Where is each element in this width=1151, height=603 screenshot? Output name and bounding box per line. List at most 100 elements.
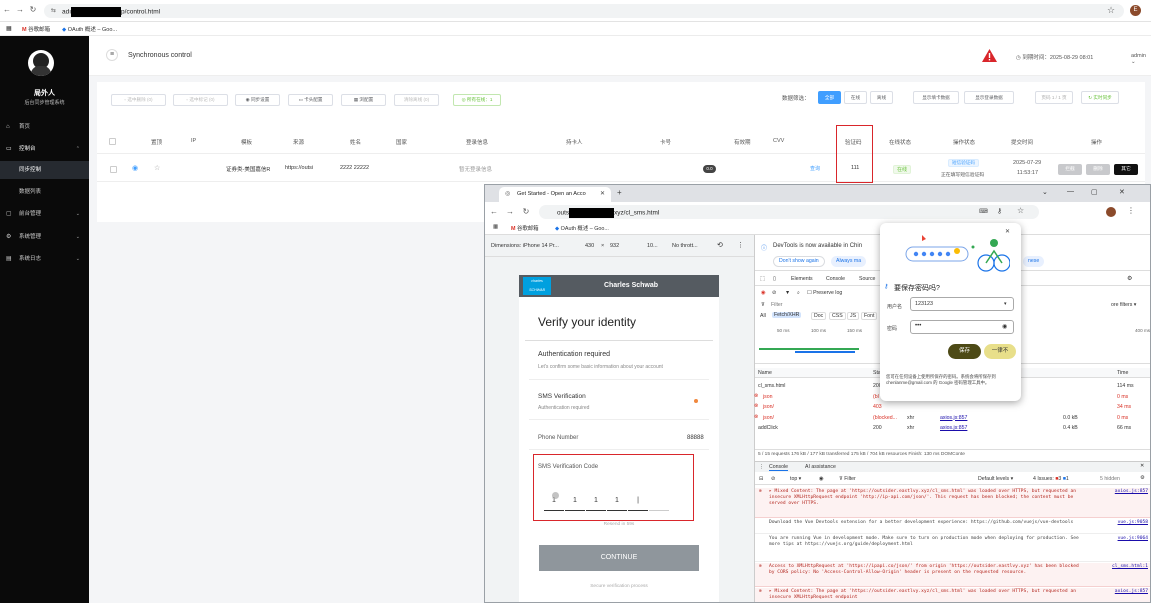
sidebar-item-logs[interactable]: ▤ 系统日志 ⌄ xyxy=(0,250,89,268)
request-row[interactable]: addClick 200 xhr axios.js:857 0.4 kB 66 ms xyxy=(755,423,1150,433)
type-fetch-xhr[interactable]: Fetch/XHR xyxy=(772,312,802,318)
zoom-select[interactable]: 10... xyxy=(647,243,658,249)
clear-icon[interactable]: ⊘ xyxy=(772,290,776,296)
settings-icon[interactable]: ⚙ xyxy=(1127,275,1132,282)
select-all-checkbox[interactable] xyxy=(109,138,116,145)
type-doc[interactable]: Doc xyxy=(811,312,827,320)
minimize-icon[interactable]: — xyxy=(1067,188,1074,195)
record-icon[interactable]: ◉ xyxy=(761,290,766,296)
user-menu[interactable]: admin ⌄ xyxy=(1131,53,1151,65)
password-field[interactable]: ••• ◉ xyxy=(910,320,1014,334)
delete-selected-button[interactable]: ▫ 选中删除 (0) xyxy=(111,94,166,106)
eye-icon[interactable]: ◉ xyxy=(1002,323,1007,330)
bookmark-star-icon[interactable]: ☆ xyxy=(1017,206,1024,215)
tab-search-icon[interactable]: ⌄ xyxy=(1042,188,1048,196)
delete-button[interactable]: 删除 xyxy=(1086,164,1110,175)
sidebar-item-console[interactable]: ▭ 控制台 ⌃ xyxy=(0,140,89,158)
save-password-button[interactable]: 保存 xyxy=(948,344,981,359)
key-icon[interactable]: ⚷ xyxy=(997,207,1002,215)
bookmark-oauth[interactable]: ◆ OAuth 概述 – Goo... xyxy=(555,224,609,232)
active-tab[interactable]: ◎ Get Started - Open an Acco ✕ xyxy=(499,187,611,202)
back-icon[interactable]: ← xyxy=(489,207,499,216)
kebab-menu-icon[interactable]: ⋮ xyxy=(1127,206,1135,215)
device-toggle-icon[interactable]: ▯ xyxy=(773,276,776,282)
inner-address-bar[interactable]: outs xyz/cl_sms.html ⌨ ⚷ ☆ xyxy=(539,205,1039,219)
address-bar[interactable]: ⇆ adı p/control.html ☆ xyxy=(44,4,1124,18)
sidebar-toggle-icon[interactable]: ⊟ xyxy=(759,476,763,482)
sidebar-item-home[interactable]: ⌂ 首页 xyxy=(0,118,89,136)
reload-icon[interactable]: ↻ xyxy=(521,207,531,216)
intercept-button[interactable]: 拦截 xyxy=(1058,164,1082,175)
console-source-link[interactable]: axios.js:857 xyxy=(1115,589,1148,595)
type-css[interactable]: CSS xyxy=(829,312,846,320)
eye-icon[interactable]: ◉ xyxy=(132,164,138,172)
device-select[interactable]: Dimensions: iPhone 14 Pr... xyxy=(491,243,559,249)
show-login-data-button[interactable]: 显示登录数据 xyxy=(964,91,1014,104)
profile-avatar[interactable] xyxy=(1106,207,1116,217)
sidebar-item-sync-control[interactable]: 同步控制 xyxy=(0,161,89,179)
tab-close-icon[interactable]: ✕ xyxy=(600,190,605,197)
never-button[interactable]: 一律不 xyxy=(984,344,1016,359)
profile-avatar[interactable]: E xyxy=(1130,5,1141,16)
sync-settings-button[interactable]: ◉ 同步设置 xyxy=(235,94,280,106)
more-icon[interactable]: ⋮ xyxy=(737,241,744,249)
live-expression-icon[interactable]: ◉ xyxy=(819,476,824,482)
drawer-tab-console[interactable]: Console xyxy=(769,464,789,471)
filter-all-button[interactable]: 全部 xyxy=(818,91,841,104)
always-button[interactable]: Always ma xyxy=(831,256,867,267)
forward-icon[interactable]: → xyxy=(505,207,515,216)
request-initiator[interactable]: axios.js:857 xyxy=(940,425,967,431)
site-info-icon[interactable]: ⇆ xyxy=(51,7,56,14)
tab-sources[interactable]: Source xyxy=(859,276,875,282)
dropdown-icon[interactable]: ▾ xyxy=(1004,301,1007,307)
all-online-button[interactable]: ◎ 所有在线：1 xyxy=(453,94,501,106)
more-button[interactable]: 其它 xyxy=(1114,164,1138,175)
console-source-link[interactable]: vue.js:9058 xyxy=(1118,520,1148,526)
tab-elements[interactable]: Elements xyxy=(791,276,813,282)
filter-icon[interactable]: ▼ xyxy=(785,290,790,296)
inspect-icon[interactable]: ⬚ xyxy=(760,276,765,282)
issues-count[interactable]: 4 Issues: ■3 ■1 xyxy=(1033,476,1069,482)
close-drawer-icon[interactable]: ✕ xyxy=(1140,463,1144,469)
device-width[interactable]: 430 xyxy=(585,243,594,249)
throttle-select[interactable]: No thrott... xyxy=(672,243,698,249)
browser-config-button[interactable]: ▦ 浏配置 xyxy=(341,94,386,106)
more-filters[interactable]: ore filters ▾ xyxy=(1111,302,1136,308)
console-settings-icon[interactable]: ⚙ xyxy=(1140,475,1145,481)
mark-selected-button[interactable]: ▫ 选中标记 (0) xyxy=(173,94,228,106)
maximize-icon[interactable]: ▢ xyxy=(1091,188,1098,196)
network-filter-input[interactable]: Filter xyxy=(771,302,783,308)
apps-grid-icon[interactable]: ▦ xyxy=(493,224,498,230)
filter-online-button[interactable]: 在线 xyxy=(844,91,867,104)
clear-offline-button[interactable]: 清除离线 (0) xyxy=(394,94,439,106)
console-filter-input[interactable]: ⊽ Filter xyxy=(839,476,856,482)
request-initiator[interactable]: axios.js:857 xyxy=(940,415,967,421)
cvv-query-link[interactable]: 查询 xyxy=(810,165,820,172)
device-height[interactable]: 932 xyxy=(610,243,619,249)
menu-icon[interactable]: ≡ xyxy=(106,49,118,61)
preserve-log-checkbox[interactable]: ☐ Preserve log xyxy=(807,290,842,296)
sidebar-item-frontend[interactable]: ▢ 前台管理 ⌄ xyxy=(0,205,89,223)
bookmark-star-icon[interactable]: ☆ xyxy=(1107,5,1115,16)
back-icon[interactable]: ← xyxy=(2,5,12,14)
rotate-icon[interactable]: ⟲ xyxy=(717,241,723,249)
type-js[interactable]: JS xyxy=(847,312,860,320)
close-window-icon[interactable]: ✕ xyxy=(1119,188,1125,196)
console-source-link[interactable]: vue.js:9064 xyxy=(1118,536,1148,542)
switch-chinese-button[interactable]: nese xyxy=(1023,256,1045,267)
pin-star-icon[interactable]: ☆ xyxy=(154,164,160,172)
levels-select[interactable]: Default levels ▾ xyxy=(978,476,1013,482)
tab-console[interactable]: Console xyxy=(826,276,845,282)
request-row[interactable]: json/ (blocked... xhr axios.js:857 0.0 kB 0 m… xyxy=(754,413,1150,423)
new-tab-icon[interactable]: + xyxy=(617,188,622,197)
forward-icon[interactable]: → xyxy=(15,5,25,14)
bookmark-oauth[interactable]: ◆ OAuth 概述 – Goo... xyxy=(62,25,117,33)
realtime-sync-button[interactable]: ↻ 实时同步 xyxy=(1081,91,1119,104)
reload-icon[interactable]: ↻ xyxy=(28,5,38,14)
console-source-link[interactable]: cl_sms.html:1 xyxy=(1112,564,1148,570)
search-icon[interactable]: ⌕ xyxy=(797,290,800,297)
request-row[interactable]: json/403 34 ms ⊗ xyxy=(754,402,1150,412)
warning-icon[interactable] xyxy=(982,49,997,62)
dont-show-button[interactable]: Don't show again xyxy=(773,256,825,267)
username-field[interactable]: 123123 ▾ xyxy=(910,297,1014,311)
